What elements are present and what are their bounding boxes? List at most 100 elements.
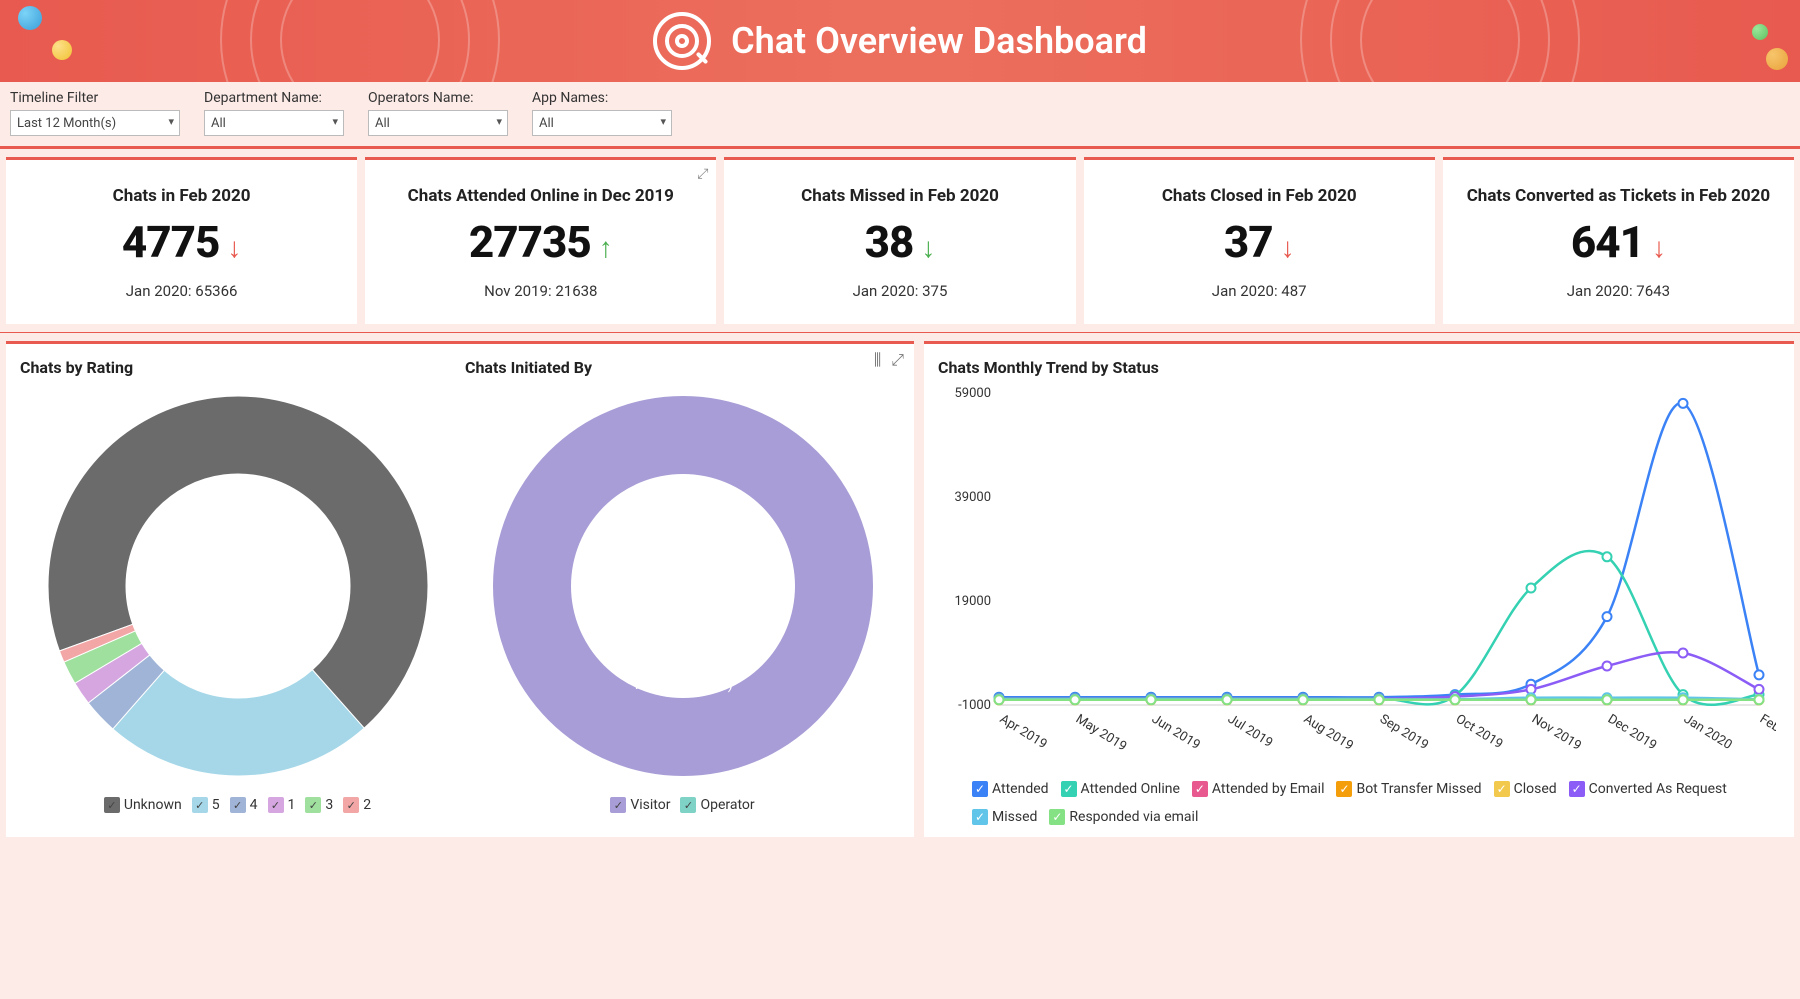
rating-legend: ✓Unknown✓5✓4✓1✓3✓2 [20,791,455,819]
legend-label: Operator [700,797,754,813]
legend-item[interactable]: ✓2 [343,797,371,813]
panel-left: ⫼ ⤢ Chats by Rating ✓Unknown✓5✓4✓1✓3✓2 C… [6,341,914,837]
svg-text:-1000: -1000 [958,698,991,713]
svg-text:59000: 59000 [954,386,991,401]
kpi-title: Chats in Feb 2020 [22,186,341,206]
legend-item[interactable]: ✓Unknown [104,797,182,813]
filter-operators-select[interactable] [368,110,508,136]
legend-swatch-icon: ✓ [1192,781,1208,797]
legend-swatch-icon: ✓ [192,797,208,813]
legend-label: Bot Transfer Missed [1356,781,1481,797]
kpi-card: Chats Missed in Feb 2020 38↓ Jan 2020: 375 [724,157,1075,324]
legend-item[interactable]: ✓Closed [1494,781,1557,797]
legend-swatch-icon: ✓ [972,809,988,825]
legend-item[interactable]: ✓Missed [972,809,1037,825]
expand-icon[interactable]: ⤢ [891,350,904,370]
kpi-card: ⤢Chats Attended Online in Dec 201927735↑… [365,157,716,324]
filter-bar: Timeline Filter Department Name: Operato… [0,82,1800,149]
legend-swatch-icon: ✓ [268,797,284,813]
svg-text:Jul 2019: Jul 2019 [1225,712,1275,751]
legend-item[interactable]: ✓5 [192,797,220,813]
legend-swatch-icon: ✓ [230,797,246,813]
kpi-compare: Jan 2020: 375 [740,282,1059,300]
chats-initiated-by-chart: 144570 (100%) [488,391,878,781]
dashboard-title: Chat Overview Dashboard [731,20,1147,62]
legend-item[interactable]: ✓Operator [680,797,754,813]
legend-label: Visitor [630,797,670,813]
trend-chart-title: Chats Monthly Trend by Status [938,358,1780,377]
kpi-compare: Jan 2020: 487 [1100,282,1419,300]
legend-label: Converted As Request [1589,781,1727,797]
rating-chart-title: Chats by Rating [20,358,455,377]
legend-item[interactable]: ✓1 [268,797,296,813]
legend-item[interactable]: ✓Attended [972,781,1049,797]
legend-label: Attended by Email [1212,781,1325,797]
kpi-compare: Jan 2020: 7643 [1459,282,1778,300]
svg-text:Sep 2019: Sep 2019 [1377,712,1431,754]
kpi-compare: Nov 2019: 21638 [381,282,700,300]
initiated-legend: ✓Visitor✓Operator [465,791,900,819]
kpi-title: Chats Closed in Feb 2020 [1100,186,1419,206]
svg-text:Apr 2019: Apr 2019 [997,712,1050,753]
legend-item[interactable]: ✓4 [230,797,258,813]
trend-arrow-icon: ↓ [227,231,241,264]
filter-timeline: Timeline Filter [10,90,180,136]
svg-text:Nov 2019: Nov 2019 [1529,712,1584,754]
panel-row: ⫼ ⤢ Chats by Rating ✓Unknown✓5✓4✓1✓3✓2 C… [0,333,1800,845]
legend-item[interactable]: ✓Attended by Email [1192,781,1325,797]
svg-text:Feb 2020: Feb 2020 [1757,712,1776,753]
kpi-value: 4775 [122,216,220,268]
legend-label: 1 [288,797,296,813]
filter-apps: App Names: [532,90,672,136]
kpi-card: Chats Converted as Tickets in Feb 202064… [1443,157,1794,324]
dashboard-header: Chat Overview Dashboard [0,0,1800,82]
legend-item[interactable]: ✓3 [305,797,333,813]
kpi-value: 641 [1571,216,1644,268]
kpi-value: 37 [1224,216,1273,268]
legend-swatch-icon: ✓ [104,797,120,813]
kpi-row: Chats in Feb 20204775↓Jan 2020: 65366⤢Ch… [0,149,1800,333]
trend-arrow-icon: ↓ [1652,231,1666,264]
svg-text:Oct 2019: Oct 2019 [1453,712,1505,753]
trend-arrow-icon: ↑ [599,231,613,264]
svg-text:Jan 2020: Jan 2020 [1681,712,1735,753]
chart-type-icon[interactable]: ⫼ [874,350,881,370]
legend-label: Missed [992,809,1037,825]
trend-chart: -1000190003900059000Apr 2019May 2019Jun … [938,377,1780,771]
legend-swatch-icon: ✓ [1569,781,1585,797]
legend-swatch-icon: ✓ [610,797,626,813]
legend-item[interactable]: ✓Visitor [610,797,670,813]
donut-label: 144570 (100%) [488,675,878,693]
legend-item[interactable]: ✓Bot Transfer Missed [1336,781,1481,797]
kpi-title: Chats Missed in Feb 2020 [740,186,1059,206]
kpi-card: Chats in Feb 2020 4775↓ Jan 2020: 65366 [6,157,357,324]
legend-label: Responded via email [1069,809,1198,825]
legend-swatch-icon: ✓ [343,797,359,813]
filter-timeline-label: Timeline Filter [10,90,180,106]
filter-operators: Operators Name: [368,90,508,136]
filter-apps-select[interactable] [532,110,672,136]
legend-label: 3 [325,797,333,813]
legend-label: Closed [1514,781,1557,797]
trend-arrow-icon: ↓ [1281,231,1295,264]
panel-trend: Chats Monthly Trend by Status -100019000… [924,341,1794,837]
svg-text:Dec 2019: Dec 2019 [1605,712,1659,754]
legend-item[interactable]: ✓Attended Online [1061,781,1180,797]
kpi-value: 38 [865,216,914,268]
filter-department-label: Department Name: [204,90,344,106]
legend-swatch-icon: ✓ [1494,781,1510,797]
filter-timeline-select[interactable] [10,110,180,136]
legend-label: 5 [212,797,220,813]
filter-apps-label: App Names: [532,90,672,106]
filter-department-select[interactable] [204,110,344,136]
legend-swatch-icon: ✓ [1061,781,1077,797]
dashboard-logo-icon [653,12,711,70]
expand-icon[interactable]: ⤢ [697,166,708,182]
kpi-compare: Jan 2020: 65366 [22,282,341,300]
legend-swatch-icon: ✓ [1336,781,1352,797]
legend-swatch-icon: ✓ [972,781,988,797]
legend-item[interactable]: ✓Converted As Request [1569,781,1727,797]
legend-item[interactable]: ✓Responded via email [1049,809,1198,825]
legend-label: 4 [250,797,258,813]
trend-arrow-icon: ↓ [921,231,935,264]
